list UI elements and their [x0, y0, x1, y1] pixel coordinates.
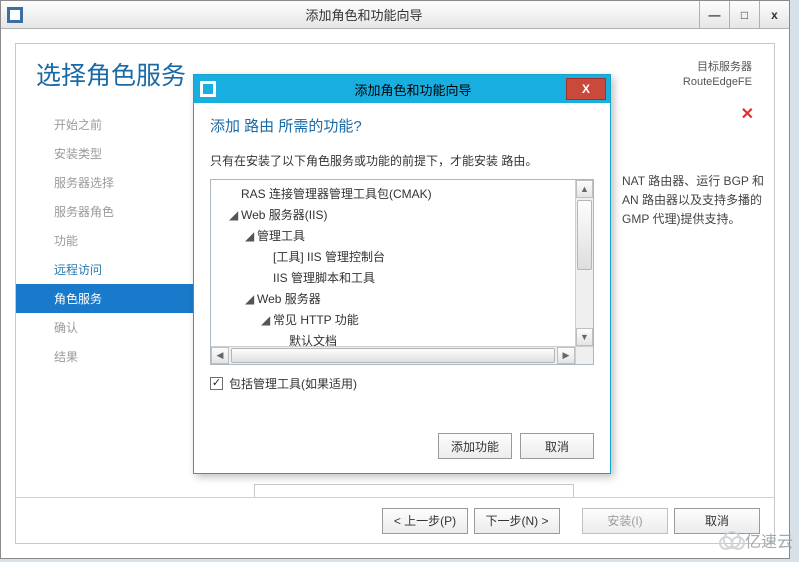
dialog-note: 只有在安装了以下角色服务或功能的前提下，才能安装 路由。: [210, 152, 594, 169]
watermark: 亿速云: [723, 528, 793, 552]
tree-item: ◢Web 服务器: [215, 289, 571, 310]
watermark-text: 亿速云: [745, 528, 793, 552]
dialog-titlebar: 添加角色和功能向导 X: [194, 75, 610, 103]
dialog-title: 添加角色和功能向导: [222, 80, 604, 99]
next-button[interactable]: 下一步(N) >: [474, 508, 560, 534]
add-features-dialog: 添加角色和功能向导 X 添加 路由 所需的功能? 只有在安装了以下角色服务或功能…: [193, 74, 611, 474]
dialog-close-button[interactable]: X: [566, 78, 606, 100]
scroll-right-button[interactable]: ▶: [557, 347, 575, 364]
scroll-thumb[interactable]: [231, 348, 555, 363]
vertical-scrollbar[interactable]: ▲ ▼: [575, 180, 593, 346]
step-role-services[interactable]: 角色服务: [16, 284, 206, 313]
tree-item: RAS 连接管理器管理工具包(CMAK): [215, 184, 571, 205]
dialog-footer: 添加功能 取消: [438, 433, 594, 459]
tree-expander-icon[interactable]: ◢: [245, 289, 257, 310]
install-button[interactable]: 安装(I): [582, 508, 668, 534]
watermark-logo-icon: [723, 531, 741, 549]
tree-item: [工具] IIS 管理控制台: [215, 247, 571, 268]
target-label: 目标服务器: [683, 60, 752, 75]
scroll-up-button[interactable]: ▲: [576, 180, 593, 198]
target-block: 目标服务器 RouteEdgeFE: [683, 60, 752, 91]
tree-expander-icon[interactable]: ◢: [245, 226, 257, 247]
scroll-corner: [575, 346, 593, 364]
step-results[interactable]: 结果: [16, 342, 206, 371]
role-description: NAT 路由器、运行 BGP 和 AN 路由器以及支持多播的 GMP 代理)提供…: [622, 172, 772, 230]
include-tools-label: 包括管理工具(如果适用): [229, 375, 357, 392]
dialog-body: 添加 路由 所需的功能? 只有在安装了以下角色服务或功能的前提下，才能安装 路由…: [210, 115, 594, 417]
dialog-question: 添加 路由 所需的功能?: [210, 115, 594, 136]
scroll-left-button[interactable]: ◀: [211, 347, 229, 364]
minimize-button[interactable]: —: [699, 1, 729, 28]
tree-item: ◢常见 HTTP 功能: [215, 310, 571, 331]
close-button[interactable]: x: [759, 1, 789, 28]
scroll-thumb[interactable]: [577, 200, 592, 270]
step-install-type[interactable]: 安装类型: [16, 139, 206, 168]
close-icon: x: [771, 8, 778, 22]
role-description-line: NAT 路由器、运行 BGP 和: [622, 172, 772, 191]
alert-close-icon[interactable]: ✕: [741, 104, 754, 124]
step-server-roles[interactable]: 服务器角色: [16, 197, 206, 226]
step-before-you-begin[interactable]: 开始之前: [16, 110, 206, 139]
tree-item: IIS 管理脚本和工具: [215, 268, 571, 289]
step-confirm[interactable]: 确认: [16, 313, 206, 342]
tree-item: 默认文档: [215, 331, 571, 346]
titlebar: 添加角色和功能向导 — □ x: [1, 1, 789, 29]
add-features-button[interactable]: 添加功能: [438, 433, 512, 459]
tree-expander-icon[interactable]: ◢: [229, 205, 241, 226]
role-description-line: GMP 代理)提供支持。: [622, 210, 772, 229]
tree-item-label[interactable]: RAS 连接管理器管理工具包(CMAK): [241, 187, 432, 201]
window-controls: — □ x: [699, 1, 789, 28]
step-remote-access[interactable]: 远程访问: [16, 255, 206, 284]
wizard-steps-sidebar: 开始之前 安装类型 服务器选择 服务器角色 功能 远程访问 角色服务 确认 结果: [16, 110, 206, 371]
dialog-app-icon: [200, 81, 216, 97]
app-icon: [7, 7, 23, 23]
tree-expander-icon[interactable]: ◢: [261, 310, 273, 331]
step-server-selection[interactable]: 服务器选择: [16, 168, 206, 197]
tree-item-label[interactable]: [工具] IIS 管理控制台: [273, 250, 385, 264]
tree-item-label[interactable]: Web 服务器: [257, 292, 321, 306]
tree-item: ◢Web 服务器(IIS): [215, 205, 571, 226]
dialog-cancel-button[interactable]: 取消: [520, 433, 594, 459]
close-icon: X: [582, 82, 590, 96]
horizontal-scrollbar[interactable]: ◀ ▶: [211, 346, 575, 364]
tree-item: ◢管理工具: [215, 226, 571, 247]
previous-button[interactable]: < 上一步(P): [382, 508, 468, 534]
tree-item-label[interactable]: 常见 HTTP 功能: [273, 313, 359, 327]
minimize-icon: —: [709, 8, 721, 22]
tree-item-label[interactable]: 默认文档: [289, 334, 337, 346]
features-tree-content[interactable]: RAS 连接管理器管理工具包(CMAK) ◢Web 服务器(IIS) ◢管理工具…: [211, 180, 575, 346]
tree-item-label[interactable]: Web 服务器(IIS): [241, 208, 327, 222]
tree-item-label[interactable]: IIS 管理脚本和工具: [273, 271, 375, 285]
scroll-down-button[interactable]: ▼: [576, 328, 593, 346]
target-name: RouteEdgeFE: [683, 75, 752, 90]
role-description-line: AN 路由器以及支持多播的: [622, 191, 772, 210]
features-tree: RAS 连接管理器管理工具包(CMAK) ◢Web 服务器(IIS) ◢管理工具…: [210, 179, 594, 365]
tree-item-label[interactable]: 管理工具: [257, 229, 305, 243]
maximize-button[interactable]: □: [729, 1, 759, 28]
include-tools-row: ✓ 包括管理工具(如果适用): [210, 375, 594, 392]
step-features[interactable]: 功能: [16, 226, 206, 255]
maximize-icon: □: [741, 8, 748, 22]
include-tools-checkbox[interactable]: ✓: [210, 377, 223, 390]
window-title: 添加角色和功能向导: [29, 5, 699, 24]
wizard-footer: < 上一步(P) 下一步(N) > 安装(I) 取消: [16, 497, 774, 543]
